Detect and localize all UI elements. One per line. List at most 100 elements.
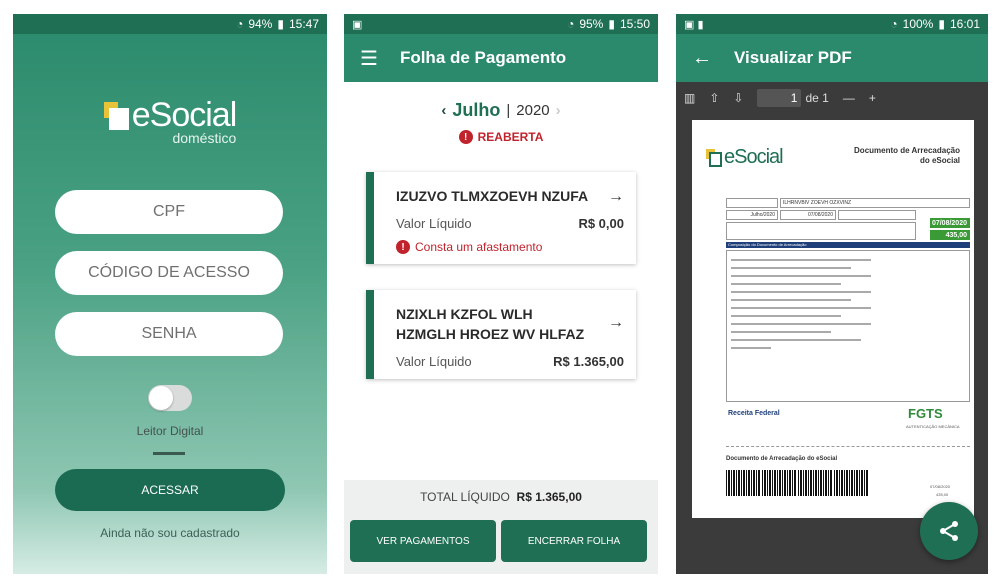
pdf-name: ILHRNVBIV ZOEVH OZXVINZ: [783, 200, 852, 206]
view-payments-button[interactable]: VER PAGAMENTOS: [350, 520, 496, 562]
page-title: Visualizar PDF: [734, 48, 852, 67]
table-line: [731, 299, 851, 301]
pdf-comp: Julho/2020: [750, 212, 775, 218]
net-value-row: Valor Líquido R$ 1.365,00: [396, 354, 624, 369]
pdf-table: [726, 250, 970, 402]
chevron-left-icon[interactable]: ‹: [441, 102, 446, 119]
image-notification-icon: ▣: [352, 18, 363, 31]
signal-battery: 100%: [902, 17, 934, 31]
barcode: [798, 470, 832, 496]
arrow-down-icon[interactable]: ⇩: [733, 91, 743, 105]
table-line: [731, 275, 871, 277]
pdf-due: 07/08/2020: [931, 219, 967, 227]
receita-text: Receita Federal: [728, 410, 780, 417]
table-line: [731, 291, 871, 293]
table-line: [731, 283, 841, 285]
month-label: Julho: [452, 100, 501, 120]
leave-warning-text: Consta um afastamento: [415, 240, 543, 254]
status-text: REABERTA: [477, 130, 544, 144]
table-line: [731, 315, 841, 317]
zoom-out-icon[interactable]: —: [843, 91, 855, 105]
pdf-header: eSocial Documento de Arrecadação do eSoc…: [706, 146, 960, 169]
divider: [153, 452, 185, 455]
pdf-date-field: 07/08/2020: [780, 210, 836, 220]
pdf-amount-value: 435,00: [945, 231, 967, 239]
pdf-table-title: Composição do Documento de Arrecadação: [728, 242, 807, 247]
status-bar: ◔ 94% ▮ 15:47: [13, 14, 327, 34]
pdf-table-header: Composição do Documento de Arrecadação: [726, 242, 970, 248]
back-arrow-icon[interactable]: ←: [692, 47, 712, 70]
esocial-logo-icon: [706, 148, 722, 167]
pdf-field: [838, 210, 916, 220]
net-value-row: Valor Líquido R$ 0,00: [396, 216, 624, 231]
fingerprint-toggle[interactable]: [148, 385, 192, 411]
alert-icon: !: [458, 130, 473, 144]
payroll-screen: ▣ ◔ 95% ▮ 15:50 ☰ Folha de Pagamento ‹ J…: [344, 14, 658, 574]
employee-name: NZIXLH KZFOL WLH HZMGLH HROEZ WV HLFAZ: [396, 306, 585, 342]
table-line: [731, 323, 871, 325]
login-button-label: ACESSAR: [141, 483, 199, 497]
year-label: 2020: [516, 102, 550, 119]
clock: 15:47: [288, 17, 319, 31]
share-icon: [940, 521, 958, 541]
zoom-in-icon[interactable]: +: [869, 91, 876, 105]
signal-battery: 94%: [248, 17, 273, 31]
pdf-toolbar: ▥ ⇧ ⇩ 1 de 1 — +: [676, 82, 988, 114]
access-code-input[interactable]: CÓDIGO DE ACESSO: [55, 251, 283, 295]
employee-name: IZUZVO TLMXZOEVH NZUFA: [396, 188, 589, 204]
cpf-input[interactable]: CPF: [55, 190, 283, 234]
pdf-due2: 07/08/2020: [930, 484, 951, 489]
share-button[interactable]: [920, 502, 978, 560]
pdf-doc-title-2: do eSocial: [919, 156, 960, 165]
app-bar: ☰ Folha de Pagamento: [344, 34, 658, 82]
sidebar-toggle-icon[interactable]: ▥: [684, 91, 695, 105]
chevron-right-icon[interactable]: ›: [556, 102, 561, 119]
pdf-field: [726, 198, 778, 208]
table-line: [731, 307, 871, 309]
clock: 16:01: [949, 17, 980, 31]
password-placeholder: SENHA: [141, 325, 197, 342]
status-bar: ▣ ◔ 95% ▮ 15:50: [344, 14, 658, 34]
net-total-label: TOTAL LÍQUIDO: [420, 490, 510, 504]
password-input[interactable]: SENHA: [55, 312, 283, 356]
pdf-doc-title: Documento de Arrecadação do eSocial: [854, 146, 960, 166]
logo-brand: eSocial: [131, 96, 238, 134]
net-total: TOTAL LÍQUIDO R$ 1.365,00: [344, 490, 658, 504]
table-line: [731, 259, 871, 261]
month-separator: |: [506, 102, 511, 119]
login-button[interactable]: ACESSAR: [55, 469, 285, 511]
esocial-logo: eSocial doméstico: [13, 98, 327, 146]
battery-icon: ▮: [938, 17, 945, 31]
table-line: [731, 339, 861, 341]
hamburger-menu-icon[interactable]: ☰: [360, 46, 378, 71]
pdf-section2-title: Documento de Arrecadação do eSocial: [726, 456, 838, 462]
net-value: R$ 0,00: [578, 216, 624, 231]
fgts-logo: FGTS: [908, 406, 943, 421]
page-number-input[interactable]: 1: [757, 89, 802, 107]
clock: 15:50: [619, 17, 650, 31]
net-value: R$ 1.365,00: [553, 354, 624, 369]
register-link[interactable]: Ainda não sou cadastrado: [13, 526, 327, 540]
pdf-comp-field: Julho/2020: [726, 210, 778, 220]
pdf-name-field: ILHRNVBIV ZOEVH OZXVINZ: [780, 198, 970, 208]
wifi-icon: ◔: [236, 17, 244, 31]
toggle-knob: [149, 386, 173, 410]
pdf-brand: eSocial: [724, 146, 784, 168]
page-total: de 1: [805, 91, 829, 105]
employee-card[interactable]: → NZIXLH KZFOL WLH HZMGLH HROEZ WV HLFAZ…: [366, 290, 636, 379]
pdf-amount2: 435,00: [936, 492, 949, 497]
pdf-amount: 435,00: [930, 230, 970, 240]
cut-line: [726, 446, 970, 447]
employee-card[interactable]: → IZUZVO TLMXZOEVH NZUFA Valor Líquido R…: [366, 172, 636, 264]
view-payments-label: VER PAGAMENTOS: [376, 535, 470, 547]
pdf-date: 07/08/2020: [807, 212, 833, 218]
arrow-up-icon[interactable]: ⇧: [709, 91, 719, 105]
app-bar: ← Visualizar PDF: [676, 34, 988, 82]
cpf-placeholder: CPF: [153, 203, 185, 220]
net-value-label: Valor Líquido: [396, 354, 472, 369]
pdf-doc-title-1: Documento de Arrecadação: [854, 146, 960, 155]
close-payroll-button[interactable]: ENCERRAR FOLHA: [501, 520, 647, 562]
status-bar: ▣ ▮ ◔ 100% ▮ 16:01: [676, 14, 988, 34]
signal-battery: 95%: [579, 17, 604, 31]
login-screen: ◔ 94% ▮ 15:47 eSocial doméstico CPF CÓDI…: [13, 14, 327, 574]
